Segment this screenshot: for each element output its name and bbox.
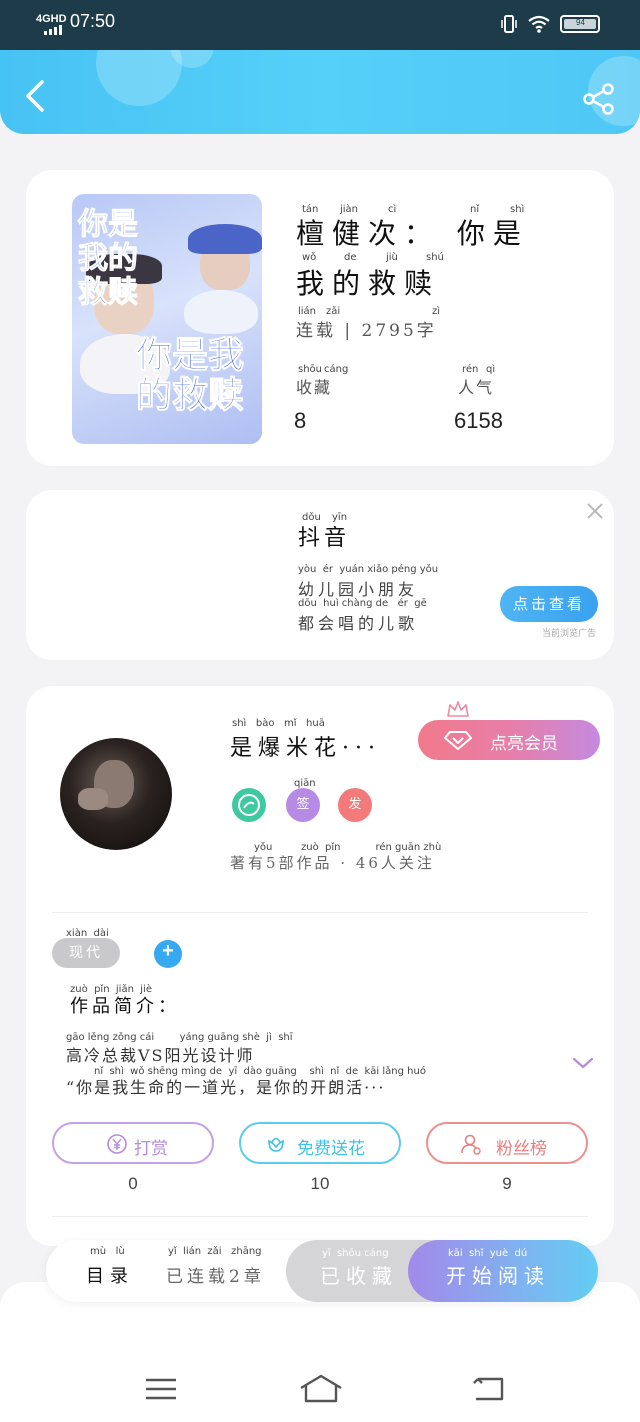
ad-card[interactable]: dǒu yīn 抖音 yòu ér yuán xiǎo péng yǒu 幼儿园… bbox=[26, 490, 614, 660]
header-bar bbox=[0, 50, 640, 134]
catalog-button[interactable]: 目录 bbox=[86, 1262, 134, 1288]
view-ad-button[interactable]: 点击查看 bbox=[500, 586, 598, 622]
wifi-icon bbox=[528, 15, 550, 33]
status-bar: 4GHD 07:50 94 bbox=[0, 0, 640, 50]
back-button[interactable] bbox=[20, 78, 50, 114]
yen-icon bbox=[107, 1134, 127, 1154]
user-icon bbox=[461, 1134, 481, 1155]
ad-note: 当前浏览广告 bbox=[542, 629, 597, 639]
genre-tag[interactable]: 现代 bbox=[52, 938, 120, 968]
collect-value: 8 bbox=[294, 408, 307, 433]
system-nav-bar bbox=[0, 1282, 640, 1422]
author-avatar[interactable] bbox=[60, 738, 172, 850]
ad-line1: 幼儿园小朋友 bbox=[298, 580, 419, 599]
vibrate-icon bbox=[501, 15, 517, 33]
catalog-pinyin: mù lù bbox=[90, 1246, 125, 1257]
share-button[interactable] bbox=[582, 82, 616, 116]
collect-label: 收藏 bbox=[296, 378, 333, 397]
battery-level: 94 bbox=[576, 18, 585, 27]
title2-pinyin-1: wǒ bbox=[302, 252, 317, 263]
cover-title-top: 你是我的救赎 bbox=[78, 207, 139, 310]
ad-line1-pinyin: yòu ér yuán xiǎo péng yǒu bbox=[298, 564, 439, 575]
book-status: 连载 | 2795字 bbox=[296, 321, 437, 341]
author-name[interactable]: 是爆米花··· bbox=[230, 730, 381, 762]
close-icon[interactable] bbox=[586, 502, 604, 520]
ad-line2-pinyin: dōu huì chàng de ér gē bbox=[298, 598, 427, 609]
book-info-card: 你是我的救赎 你是我的救赎 tán jiàn cì nǐ shì 檀健次： 你是… bbox=[26, 170, 614, 466]
fan-count: 9 bbox=[502, 1174, 512, 1193]
reward-button[interactable]: 打赏 bbox=[52, 1122, 214, 1164]
author-card: shì bào mǐ huā 是爆米花··· 点亮会员 qiān 签 发 yǒu… bbox=[26, 686, 614, 1246]
author-name-pinyin: shì bào mǐ huā bbox=[232, 718, 325, 729]
add-tag-button[interactable]: + bbox=[154, 940, 182, 968]
book-title-line2: 我的救赎 bbox=[296, 267, 441, 300]
fan-ranking-button[interactable]: 粉丝榜 bbox=[426, 1122, 588, 1164]
diamond-icon bbox=[444, 731, 472, 750]
reward-label: 打赏 bbox=[134, 1139, 168, 1158]
ad-line2: 都会唱的儿歌 bbox=[298, 614, 419, 633]
chapter-count: 已连载2章 bbox=[166, 1267, 265, 1287]
read-pinyin: kāi shǐ yuè dú bbox=[448, 1248, 528, 1259]
level-icon bbox=[232, 788, 266, 822]
battery-icon: 94 bbox=[560, 15, 600, 33]
intro-line2: “你是我生命的一道光，是你的开朗活··· bbox=[66, 1078, 386, 1097]
book-title-line1: 檀健次： 你是 bbox=[296, 217, 529, 250]
popularity-label: 人气 bbox=[458, 378, 495, 397]
cover-title-bottom: 你是我的救赎 bbox=[136, 335, 245, 416]
vip-button-label: 点亮会员 bbox=[490, 734, 558, 753]
signal-icon bbox=[44, 25, 62, 35]
author-meta: 著有5部作品 · 46人关注 bbox=[230, 854, 435, 872]
book-cover[interactable]: 你是我的救赎 你是我的救赎 bbox=[72, 194, 262, 444]
badge-green bbox=[232, 788, 266, 822]
badge-signed: 签 bbox=[286, 788, 320, 822]
chevron-down-icon[interactable] bbox=[572, 1056, 594, 1070]
network-type: 4GHD bbox=[36, 13, 67, 25]
menu-icon[interactable] bbox=[142, 1374, 182, 1404]
intro-label: 作品简介： bbox=[70, 996, 180, 1017]
fan-ranking-label: 粉丝榜 bbox=[496, 1139, 547, 1158]
title2-pinyin-4: shú bbox=[426, 252, 444, 263]
divider bbox=[52, 1216, 588, 1217]
saved-pinyin: yǐ shōu cáng bbox=[322, 1248, 389, 1259]
clock: 07:50 bbox=[70, 11, 116, 31]
send-flower-button[interactable]: 免费送花 bbox=[239, 1122, 401, 1164]
reward-count: 0 bbox=[128, 1174, 138, 1193]
collected-label: 已收藏 bbox=[320, 1264, 398, 1288]
start-reading-button[interactable]: kāi shǐ yuè dú 开始阅读 bbox=[408, 1240, 598, 1302]
intro-line1: 高冷总裁VS阳光设计师 bbox=[66, 1046, 255, 1065]
popularity-value: 6158 bbox=[454, 408, 503, 433]
title2-pinyin-2: de bbox=[344, 252, 357, 263]
flower-icon bbox=[268, 1137, 284, 1152]
title2-pinyin-3: jiù bbox=[386, 252, 398, 263]
crown-icon bbox=[447, 701, 469, 717]
chapters-pinyin: yǐ lián zǎi zhāng bbox=[168, 1246, 262, 1257]
send-flower-label: 免费送花 bbox=[297, 1139, 365, 1158]
home-icon[interactable] bbox=[298, 1374, 344, 1404]
back-nav-icon[interactable] bbox=[470, 1374, 510, 1404]
vip-button[interactable]: 点亮会员 bbox=[418, 720, 600, 760]
ad-title: 抖音 bbox=[298, 526, 351, 551]
divider bbox=[52, 912, 588, 913]
flower-count: 10 bbox=[310, 1174, 330, 1193]
read-action-bar: mù lù 目录 yǐ lián zǎi zhāng 已连载2章 yǐ shōu… bbox=[46, 1240, 598, 1302]
start-reading-label: 开始阅读 bbox=[446, 1264, 550, 1288]
badge-publish: 发 bbox=[338, 788, 372, 822]
